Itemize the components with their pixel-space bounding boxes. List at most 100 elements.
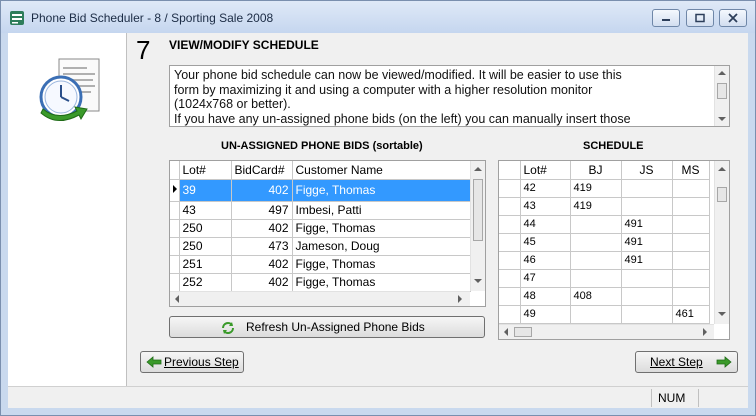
table-row[interactable]: 43 419 [499,197,710,216]
cell-customer[interactable]: Jameson, Doug [292,237,471,256]
column-header-lot[interactable]: Lot# [179,161,232,180]
refresh-unassigned-button[interactable]: Refresh Un-Assigned Phone Bids [169,316,485,338]
cell-js[interactable]: 491 [621,215,673,234]
cell-lot[interactable]: 42 [520,179,571,198]
table-row[interactable]: 42 419 [499,179,710,198]
title-bar[interactable]: Phone Bid Scheduler - 8 / Sporting Sale … [1,1,755,33]
cell-bidcard[interactable]: 402 [231,255,293,274]
cell-js[interactable] [621,287,673,306]
scroll-left-icon[interactable] [504,328,508,336]
cell-lot[interactable]: 43 [179,201,232,220]
scroll-up-icon[interactable] [474,167,482,171]
cell-lot[interactable]: 43 [520,197,571,216]
cell-lot[interactable]: 47 [520,269,571,288]
column-header-customer[interactable]: Customer Name [292,161,471,180]
column-header-js[interactable]: JS [621,161,673,180]
close-button[interactable] [719,9,747,27]
scroll-thumb[interactable] [473,179,483,241]
scroll-down-icon[interactable] [718,312,726,316]
table-row[interactable]: 39 402 Figge, Thomas [170,179,471,202]
table-row[interactable]: 46 491 [499,251,710,270]
cell-js[interactable]: 491 [621,251,673,270]
table-row[interactable]: 45 491 [499,233,710,252]
schedule-hscrollbar[interactable] [499,324,714,339]
column-header-bj[interactable]: BJ [570,161,622,180]
maximize-button[interactable] [686,9,714,27]
cell-js[interactable] [621,269,673,288]
cell-customer[interactable]: Figge, Thomas [292,219,471,238]
unassigned-hscrollbar[interactable] [170,291,470,306]
cell-lot[interactable]: 251 [179,255,232,274]
scroll-thumb[interactable] [717,83,727,99]
cell-customer[interactable]: Figge, Thomas [292,273,471,292]
table-row[interactable]: 44 491 [499,215,710,234]
cell-js[interactable] [621,179,673,198]
table-row[interactable]: 250 402 Figge, Thomas [170,219,471,238]
cell-customer[interactable]: Figge, Thomas [292,255,471,274]
cell-lot[interactable]: 250 [179,237,232,256]
cell-bj[interactable] [570,251,622,270]
cell-ms[interactable] [672,287,710,306]
unassigned-vscrollbar[interactable] [470,161,485,291]
schedule-grid[interactable]: Lot# BJ JS MS 42 419 43 419 44 491 45 491 46… [498,160,730,340]
cell-lot[interactable]: 252 [179,273,232,292]
column-header-ms[interactable]: MS [672,161,710,180]
cell-ms[interactable] [672,269,710,288]
scroll-thumb[interactable] [717,187,727,202]
cell-ms[interactable] [672,197,710,216]
cell-bj[interactable]: 408 [570,287,622,306]
scroll-up-icon[interactable] [718,167,726,171]
cell-bidcard[interactable]: 402 [231,219,293,238]
table-row[interactable]: 48 408 [499,287,710,306]
scroll-thumb[interactable] [514,327,532,337]
cell-bidcard[interactable]: 402 [231,179,293,202]
scroll-left-icon[interactable] [175,295,179,303]
cell-bj[interactable] [570,305,622,324]
cell-ms[interactable] [672,215,710,234]
cell-lot[interactable]: 46 [520,251,571,270]
cell-bj[interactable]: 419 [570,197,622,216]
cell-lot[interactable]: 45 [520,233,571,252]
table-row[interactable]: 43 497 Imbesi, Patti [170,201,471,220]
cell-lot[interactable]: 44 [520,215,571,234]
table-row[interactable]: 251 402 Figge, Thomas [170,255,471,274]
table-row[interactable]: 250 473 Jameson, Doug [170,237,471,256]
cell-ms[interactable] [672,233,710,252]
cell-ms[interactable] [672,179,710,198]
instructions-scrollbar[interactable] [714,66,729,126]
cell-lot[interactable]: 48 [520,287,571,306]
cell-js[interactable] [621,197,673,216]
scroll-up-icon[interactable] [718,71,726,75]
cell-ms[interactable]: 461 [672,305,710,324]
cell-lot[interactable]: 39 [179,179,232,202]
cell-lot[interactable]: 49 [520,305,571,324]
unassigned-grid[interactable]: Lot# BidCard# Customer Name 39 402 Figge… [169,160,486,307]
minimize-button[interactable] [652,9,680,27]
column-header-bidcard[interactable]: BidCard# [231,161,293,180]
cell-customer[interactable]: Figge, Thomas [292,179,471,202]
instructions-textbox[interactable]: Your phone bid schedule can now be viewe… [169,65,730,127]
schedule-vscrollbar[interactable] [714,161,729,324]
cell-bidcard[interactable]: 402 [231,273,293,292]
scroll-down-icon[interactable] [474,279,482,283]
cell-js[interactable]: 491 [621,233,673,252]
scroll-down-icon[interactable] [718,117,726,121]
cell-bj[interactable] [570,215,622,234]
cell-ms[interactable] [672,251,710,270]
table-row[interactable]: 49 461 [499,305,710,324]
scroll-right-icon[interactable] [458,295,462,303]
cell-customer[interactable]: Imbesi, Patti [292,201,471,220]
scroll-right-icon[interactable] [703,328,707,336]
cell-lot[interactable]: 250 [179,219,232,238]
cell-js[interactable] [621,305,673,324]
column-header-lot[interactable]: Lot# [520,161,571,180]
cell-bj[interactable]: 419 [570,179,622,198]
cell-bidcard[interactable]: 497 [231,201,293,220]
cell-bj[interactable] [570,233,622,252]
table-row[interactable]: 252 402 Figge, Thomas [170,273,471,292]
cell-bj[interactable] [570,269,622,288]
previous-step-button[interactable]: Previous Step [140,351,244,373]
table-row[interactable]: 47 [499,269,710,288]
cell-bidcard[interactable]: 473 [231,237,293,256]
next-step-button[interactable]: Next Step [635,351,738,373]
